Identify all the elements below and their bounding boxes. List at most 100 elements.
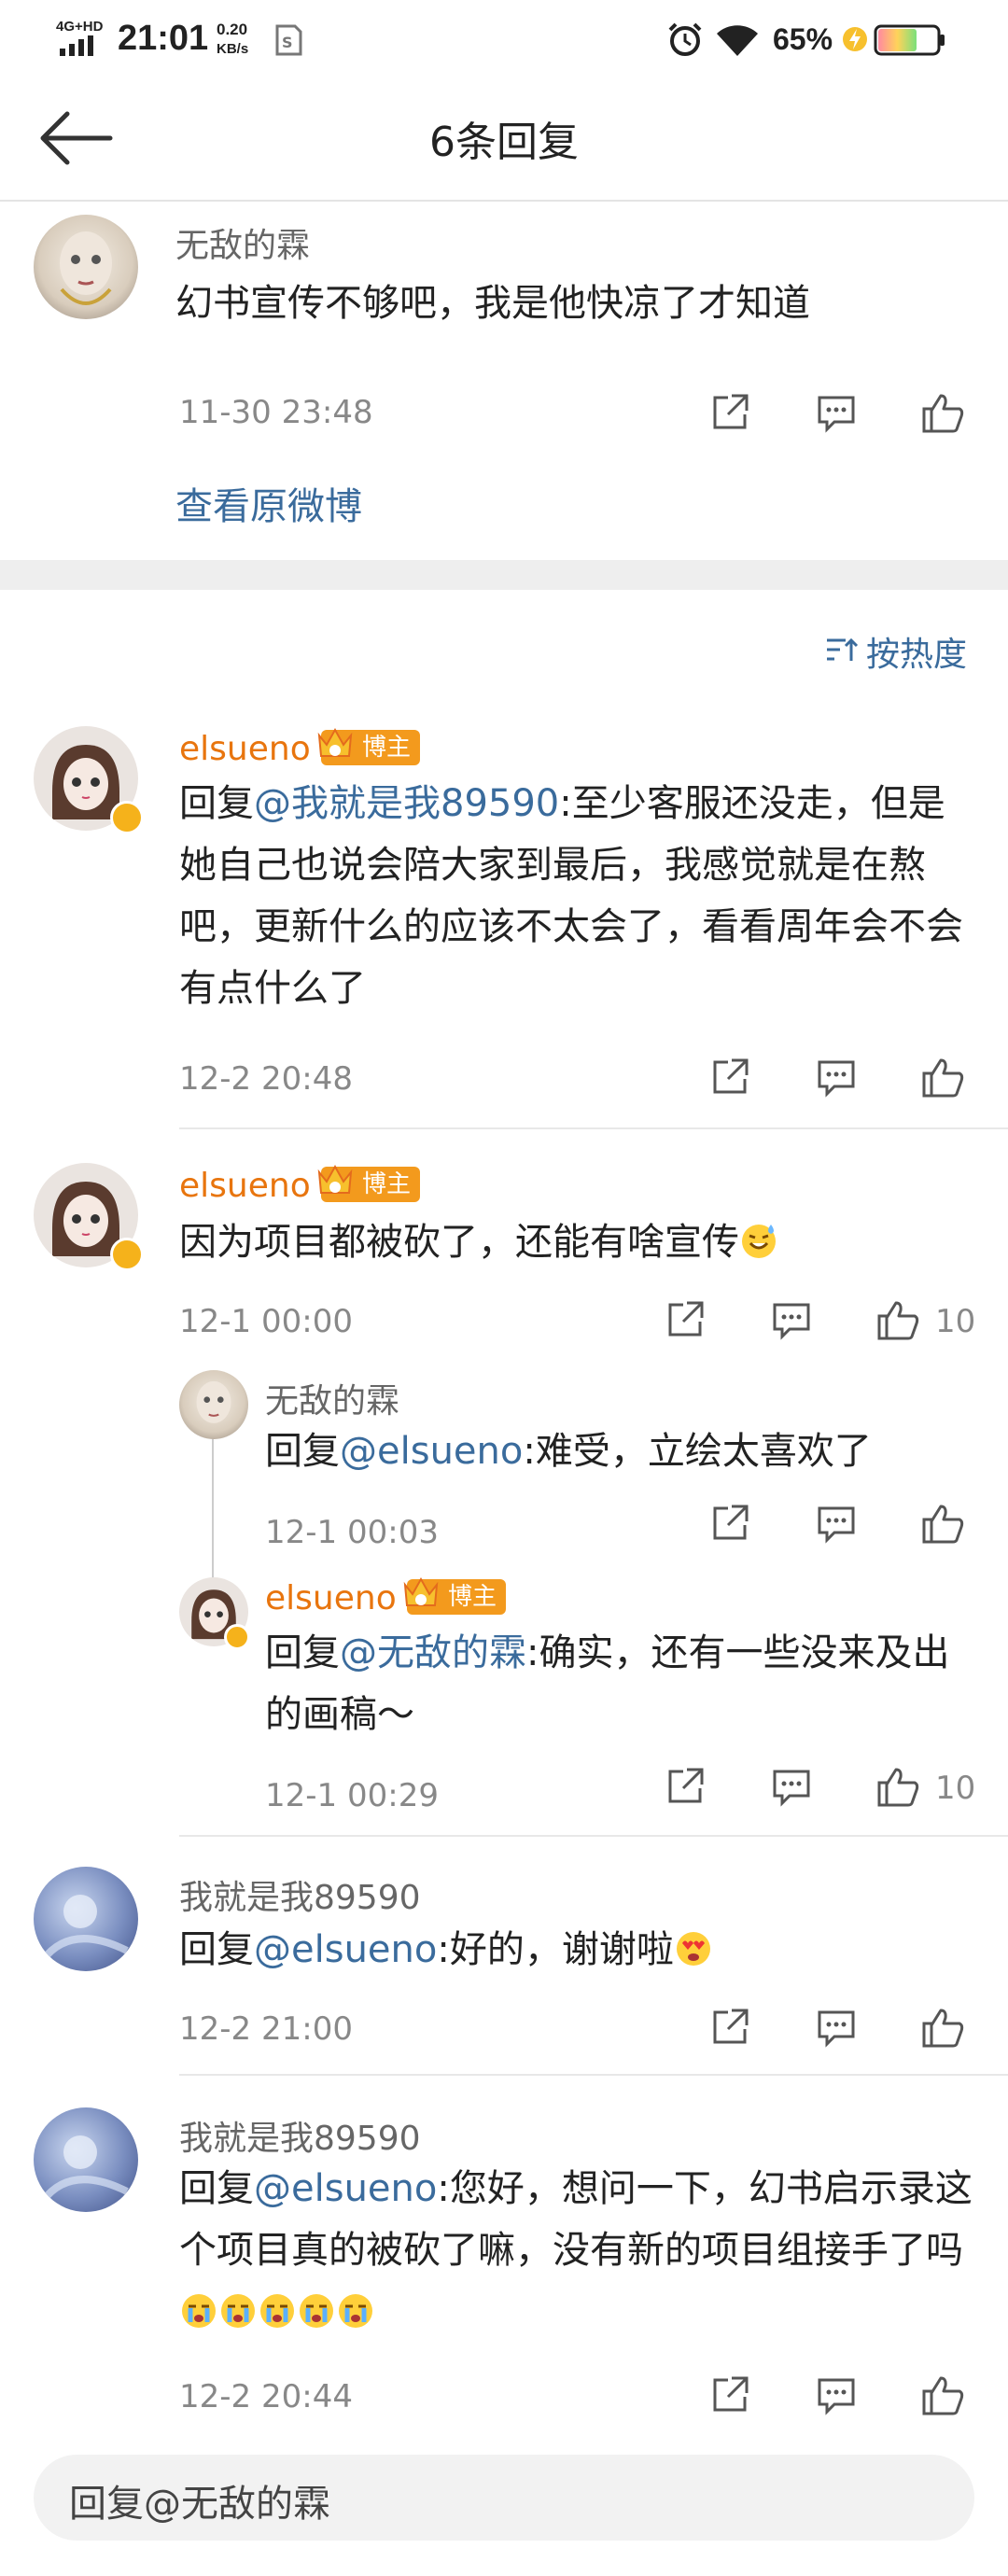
- reply-body: :难受，立绘太喜欢了: [523, 1430, 872, 1473]
- reply-prefix: 回复: [265, 1631, 340, 1674]
- portrait-icon: [39, 2135, 129, 2204]
- reply-text: 回复@elsueno:难受，立绘太喜欢了: [265, 1421, 993, 1482]
- thumbs-up-icon: [877, 1768, 919, 1807]
- divider: [179, 1835, 1008, 1837]
- share-button[interactable]: [707, 1501, 752, 1546]
- author-name[interactable]: elsueno: [265, 1579, 397, 1617]
- share-icon: [713, 2376, 749, 2412]
- divider: [179, 1127, 1008, 1129]
- view-original-link[interactable]: 查看原微博: [175, 476, 362, 530]
- sweat-smile-emoji-icon: [742, 1225, 776, 1258]
- reply-text: 回复@我就是我89590:至少客服还没走，但是她自己也说会陪大家到最后，我感觉就…: [179, 773, 982, 1019]
- comment-button[interactable]: [814, 2373, 859, 2417]
- like-button[interactable]: [920, 1501, 965, 1546]
- like-button[interactable]: [920, 1055, 965, 1099]
- like-button[interactable]: [875, 1764, 920, 1809]
- author-name[interactable]: elsueno: [179, 1167, 311, 1205]
- share-icon: [713, 1058, 749, 1094]
- author-name[interactable]: 我就是我89590: [179, 1870, 421, 1919]
- verified-badge-icon: [110, 801, 144, 834]
- thumbs-up-icon: [922, 2376, 964, 2415]
- charging-icon: [842, 24, 868, 54]
- avatar[interactable]: [34, 1867, 138, 1971]
- badge-label: 博主: [362, 734, 412, 762]
- like-button[interactable]: [920, 2373, 965, 2417]
- comment-button[interactable]: [814, 1501, 859, 1546]
- avatar[interactable]: [34, 215, 138, 319]
- reply-prefix: 回复: [265, 1430, 340, 1473]
- share-button[interactable]: [707, 2373, 752, 2417]
- comment-icon: [773, 1303, 810, 1340]
- share-icon: [668, 1768, 704, 1803]
- timestamp: 12-2 20:44: [179, 2378, 353, 2415]
- author-name[interactable]: elsueno: [179, 730, 311, 768]
- share-button[interactable]: [707, 390, 752, 435]
- share-button[interactable]: [663, 1297, 707, 1342]
- like-count: 10: [935, 1770, 976, 1807]
- alarm-icon: [666, 21, 704, 58]
- author-name[interactable]: 无敌的霖: [175, 218, 310, 267]
- comment-button[interactable]: [769, 1764, 814, 1809]
- mention-link[interactable]: @我就是我89590: [254, 782, 559, 825]
- reply-prefix: 回复: [179, 2167, 254, 2210]
- share-button[interactable]: [707, 2005, 752, 2050]
- crown-icon: [317, 727, 353, 757]
- timestamp: 12-2 20:48: [179, 1060, 353, 1098]
- mention-link[interactable]: @elsueno: [254, 2167, 437, 2210]
- wifi-icon: [717, 21, 758, 58]
- comment-button[interactable]: [769, 1297, 814, 1342]
- share-icon: [668, 1301, 704, 1337]
- avatar[interactable]: [179, 1370, 248, 1439]
- header: 6条回复: [0, 80, 1008, 202]
- share-icon: [713, 1505, 749, 1540]
- thumbs-up-icon: [922, 1505, 964, 1544]
- portrait-icon: [60, 231, 112, 305]
- reply-text: 回复@elsueno:好的，谢谢啦: [179, 1919, 982, 1981]
- reply-body: 因为项目都被砍了，还能有啥宣传: [179, 1221, 739, 1264]
- comment-button[interactable]: [814, 1055, 859, 1099]
- comment-icon: [773, 1770, 810, 1807]
- thumbs-up-icon: [877, 1301, 919, 1340]
- mention-link[interactable]: @无敌的霖: [340, 1631, 526, 1674]
- like-button[interactable]: [875, 1297, 920, 1342]
- network-label: 4G+HD: [56, 19, 104, 35]
- author-name[interactable]: 我就是我89590: [179, 2111, 421, 2160]
- comment-icon: [818, 396, 855, 433]
- author-name[interactable]: 无敌的霖: [265, 1374, 399, 1422]
- like-button[interactable]: [920, 390, 965, 435]
- badge-label: 博主: [448, 1583, 497, 1611]
- divider: [179, 2074, 1008, 2076]
- like-button[interactable]: [920, 2005, 965, 2050]
- share-icon: [713, 394, 749, 429]
- mention-link[interactable]: @elsueno: [254, 1928, 437, 1971]
- thumbs-up-icon: [922, 1058, 964, 1098]
- share-button[interactable]: [663, 1764, 707, 1809]
- reply-input[interactable]: 回复@无敌的霖: [34, 2455, 974, 2541]
- signal-icon: [60, 35, 95, 56]
- crown-icon: [403, 1576, 439, 1606]
- reply-text: 因为项目都被砍了，还能有啥宣传: [179, 1211, 982, 1273]
- svg-text:S: S: [282, 34, 293, 51]
- crying-emoji-icon: [260, 2294, 294, 2328]
- page-title: 6条回复: [429, 119, 579, 166]
- reply-prefix: 回复: [179, 782, 254, 825]
- share-button[interactable]: [707, 1055, 752, 1099]
- status-bar: 4G+HD 21:01 0.20 KB/s S 65%: [0, 0, 1008, 80]
- sort-button[interactable]: 按热度: [825, 625, 984, 674]
- timestamp: 11-30 23:48: [179, 394, 373, 431]
- avatar[interactable]: [34, 2107, 138, 2212]
- net-speed-unit: KB/s: [217, 41, 249, 57]
- crying-emoji-icon: [182, 2294, 216, 2328]
- reply-text: 回复@无敌的霖:确实，还有一些没来及出的画稿～: [265, 1622, 974, 1745]
- net-speed: 0.20: [217, 21, 248, 38]
- battery-percent: 65%: [773, 22, 833, 56]
- comment-button[interactable]: [814, 390, 859, 435]
- timestamp: 12-2 21:00: [179, 2010, 353, 2048]
- mention-link[interactable]: @elsueno: [340, 1430, 523, 1473]
- sort-label: 按热度: [866, 636, 968, 674]
- crying-emoji-icon: [221, 2294, 255, 2328]
- original-text: 幻书宣传不够吧，我是他快凉了才知道: [175, 282, 810, 325]
- comment-button[interactable]: [814, 2005, 859, 2050]
- crown-icon: [317, 1164, 353, 1194]
- author-badge: 博主: [317, 727, 421, 765]
